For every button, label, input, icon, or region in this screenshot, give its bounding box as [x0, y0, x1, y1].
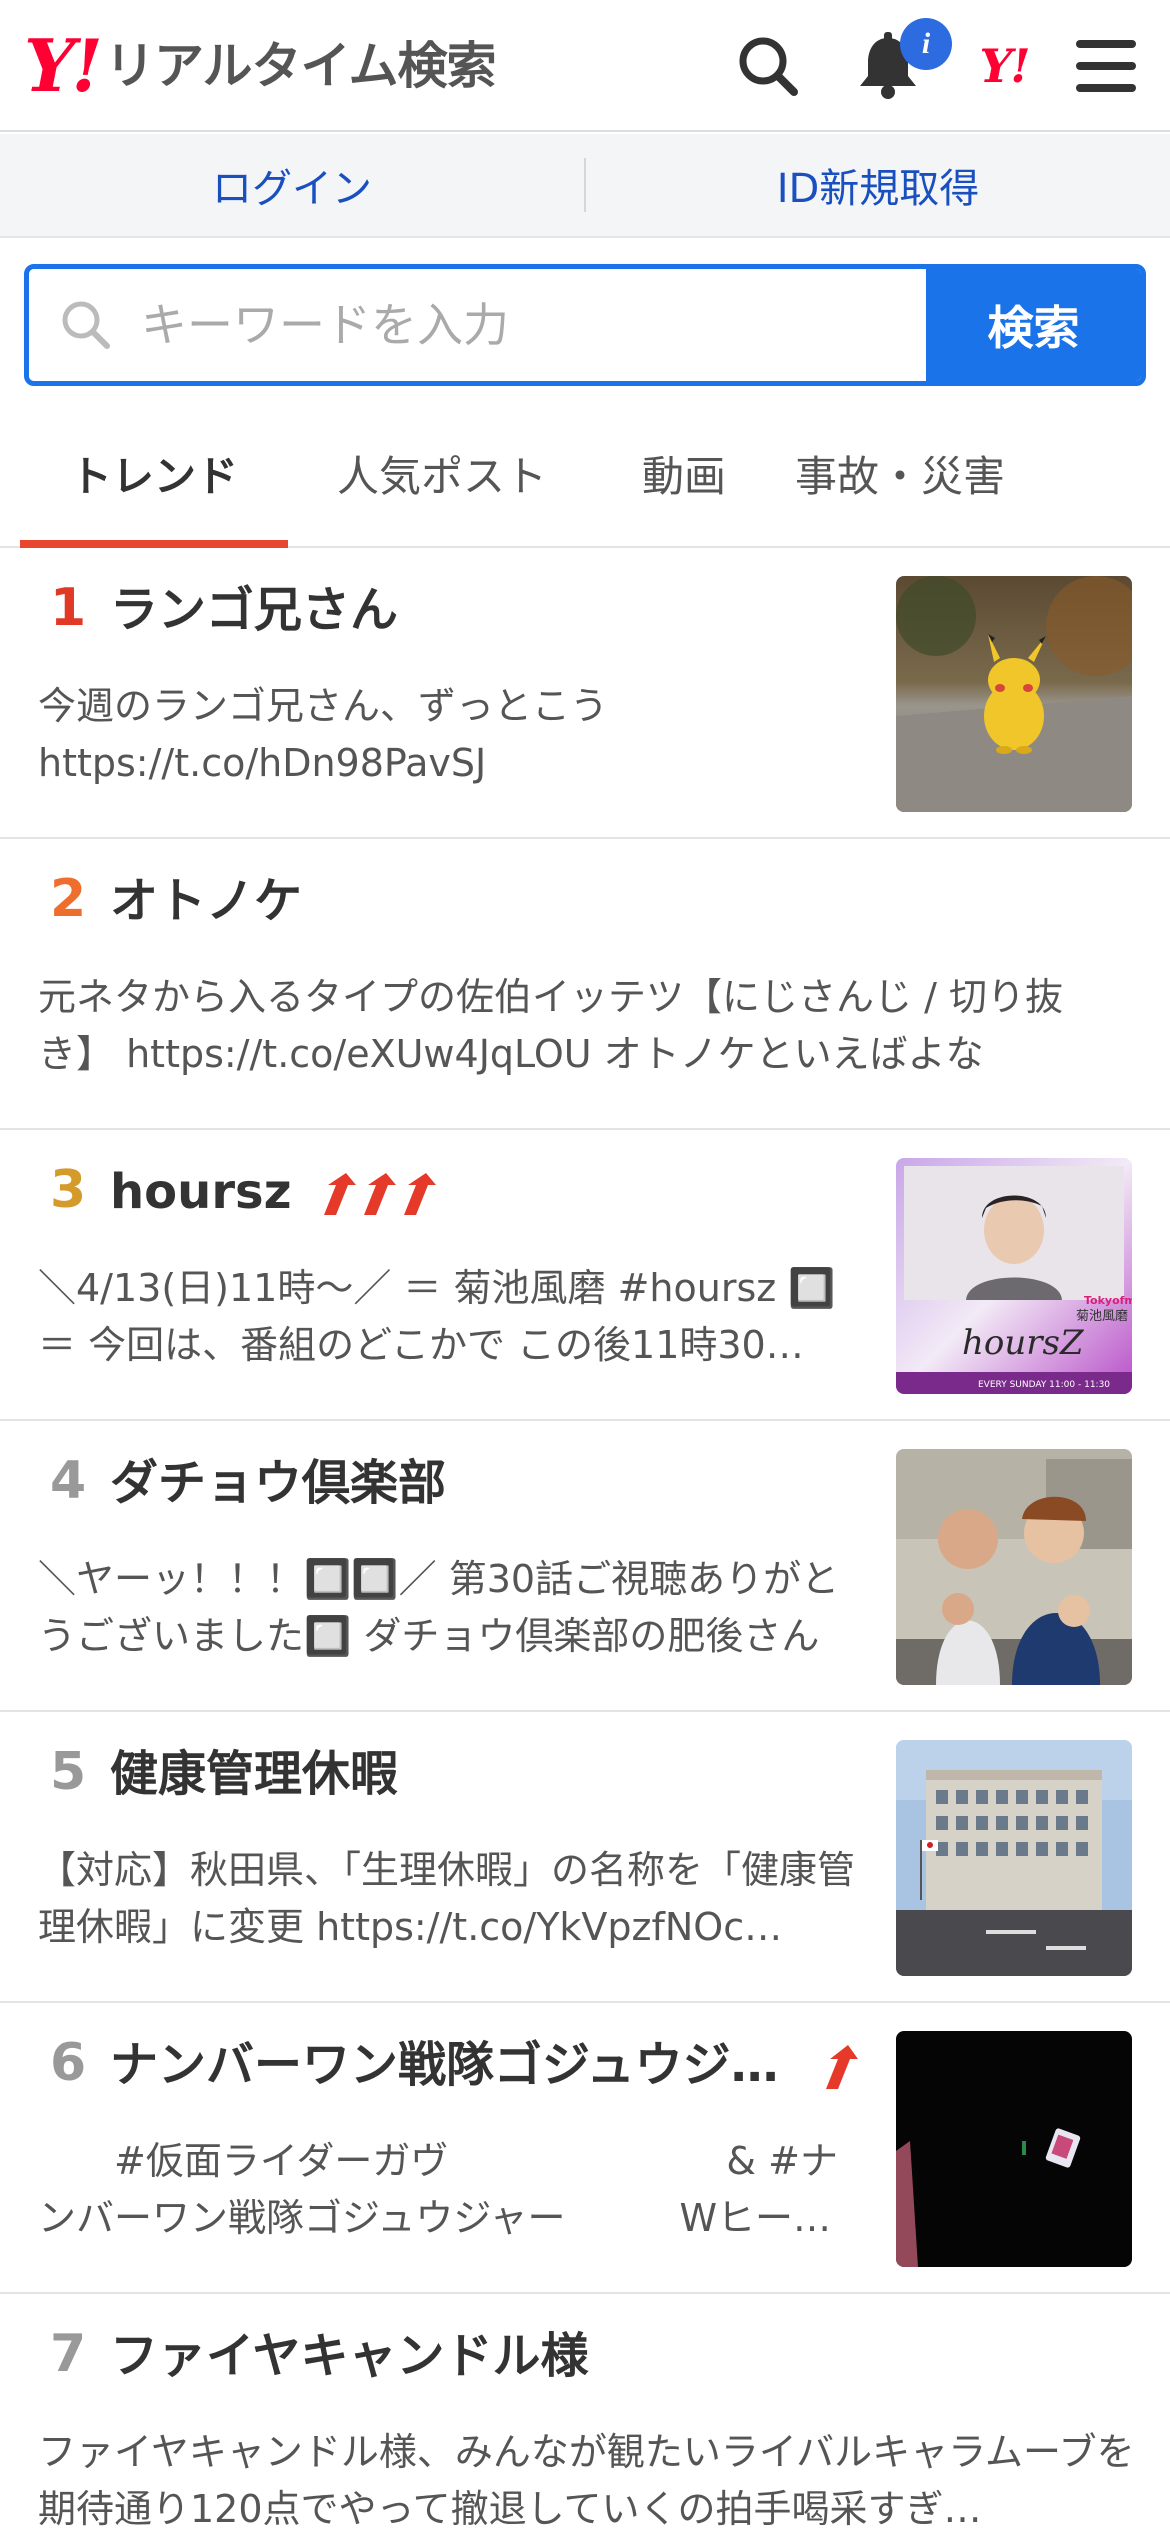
trend-item[interactable]: 6 ナンバーワン戦隊ゴジュウジ… #仮面ライダーガヴ & #ナンバーワン戦隊ゴジ… [0, 2003, 1170, 2294]
search-field-wrap [29, 269, 926, 381]
rank-number: 1 [50, 578, 87, 638]
category-tabs: トレンド 人気ポスト 動画 事故・災害 [0, 400, 1170, 548]
notification-bell-icon[interactable]: i [850, 18, 952, 104]
trend-item[interactable]: 1 ランゴ兄さん 今週のランゴ兄さん、ずっとこう https://t.co/hD… [0, 548, 1170, 839]
thumbnail-building-image [896, 1740, 1132, 1976]
rank-number: 4 [50, 1451, 87, 1511]
trend-item[interactable]: 7 ファイヤキャンドル様 ファイヤキャンドル様、みんなが観たいライバルキャラムー… [0, 2294, 1170, 2532]
trend-item[interactable]: 3 hoursz ＼4/13(日)11時〜／ ＝ 菊池風磨 #hoursz 🔲 … [0, 1130, 1170, 1421]
trend-title: ダチョウ倶楽部 [110, 1455, 447, 1511]
hamburger-menu-icon[interactable] [1068, 28, 1144, 104]
trend-title: hoursz [110, 1166, 452, 1219]
trend-title: ナンバーワン戦隊ゴジュウジ… [110, 2037, 779, 2093]
trend-description: ファイヤキャンドル様、みんなが観たいライバルキャラムーブを期待通り120点でやっ… [38, 2430, 1135, 2531]
trend-title: ランゴ兄さん [110, 582, 399, 638]
trend-description: ＼ヤーッ！！！🔲🔲／ 第30話ご視聴ありがとうございました🔲 ダチョウ倶楽部の肥… [38, 1557, 840, 1658]
search-icon[interactable] [730, 28, 806, 104]
signup-link[interactable]: ID新規取得 [586, 156, 1170, 214]
trend-description: 元ネタから入るタイプの佐伯イッテツ【にじさんじ / 切り抜き】 https://… [38, 975, 1063, 1076]
search-button[interactable]: 検索 [926, 269, 1141, 381]
thumbnail-two-men-image [896, 1449, 1132, 1685]
trend-item[interactable]: 2 オトノケ 元ネタから入るタイプの佐伯イッテツ【にじさんじ / 切り抜き】 h… [0, 839, 1170, 1130]
tab-popular-posts[interactable]: 人気ポスト [288, 400, 596, 546]
thumb-station: Tokyofm [1084, 1294, 1132, 1307]
yj-mark: Y! [979, 39, 1030, 93]
login-link[interactable]: ログイン [0, 156, 584, 214]
trend-title: オトノケ [110, 873, 303, 929]
rising-arrow-icon [826, 2045, 858, 2089]
rank-number: 2 [50, 869, 87, 929]
trend-description: ＼4/13(日)11時〜／ ＝ 菊池風磨 #hoursz 🔲 ＝ 今回は、番組の… [38, 1266, 836, 1367]
thumbnail-dark-scene-image [896, 2031, 1132, 2267]
thumb-logo: hoursZ [962, 1323, 1085, 1363]
auth-bar: ログイン ID新規取得 [0, 134, 1170, 238]
search-field-icon [62, 301, 110, 349]
notification-badge: i [900, 18, 952, 70]
yahoo-realtime-logo[interactable]: Y! リアルタイム検索 [24, 23, 497, 108]
thumbnail-pikachu-image [896, 576, 1132, 812]
rank-number: 7 [50, 2324, 87, 2384]
trend-list: 1 ランゴ兄さん 今週のランゴ兄さん、ずっとこう https://t.co/hD… [0, 548, 1170, 2532]
search-bar: 検索 [24, 264, 1146, 386]
trend-item[interactable]: 5 健康管理休暇 【対応】秋田県、「生理休暇」の名称を「健康管理休暇」に変更 h… [0, 1712, 1170, 2003]
trend-item[interactable]: 4 ダチョウ倶楽部 ＼ヤーッ！！！🔲🔲／ 第30話ご視聴ありがとうございました🔲… [0, 1421, 1170, 1712]
search-input[interactable] [141, 298, 901, 352]
trend-title-text: hoursz [110, 1164, 292, 1220]
rank-number: 5 [50, 1742, 87, 1802]
yahoo-logo-mark: Y! [24, 23, 103, 108]
app-header: Y! リアルタイム検索 i Y! [0, 0, 1170, 132]
logo-text: リアルタイム検索 [105, 37, 496, 95]
thumbnail-hoursz-image: 菊池風磨 hoursZ Tokyofm EVERY SUNDAY 11:00 -… [896, 1158, 1132, 1394]
yahoo-japan-icon[interactable]: Y! [966, 28, 1042, 104]
trend-title: ファイヤキャンドル様 [110, 2328, 589, 2384]
rank-number: 6 [50, 2033, 87, 2093]
thumb-caption: 菊池風磨 [1076, 1309, 1128, 1324]
rising-arrows-icon [324, 1173, 437, 1215]
trend-title: 健康管理休暇 [110, 1746, 399, 1802]
trend-description: #仮面ライダーガヴ & #ナンバーワン戦隊ゴジュウジャー Wヒー… [38, 2139, 838, 2240]
tab-video[interactable]: 動画 [596, 400, 772, 546]
tab-trend[interactable]: トレンド [20, 400, 288, 548]
tab-accident-disaster[interactable]: 事故・災害 [772, 400, 1028, 546]
trend-description: 【対応】秋田県、「生理休暇」の名称を「健康管理休暇」に変更 https://t.… [38, 1848, 856, 1949]
rank-number: 3 [50, 1160, 87, 1220]
thumb-schedule: EVERY SUNDAY 11:00 - 11:30 [978, 1380, 1110, 1390]
trend-description: 今週のランゴ兄さん、ずっとこう https://t.co/hDn98PavSJ [38, 684, 609, 785]
